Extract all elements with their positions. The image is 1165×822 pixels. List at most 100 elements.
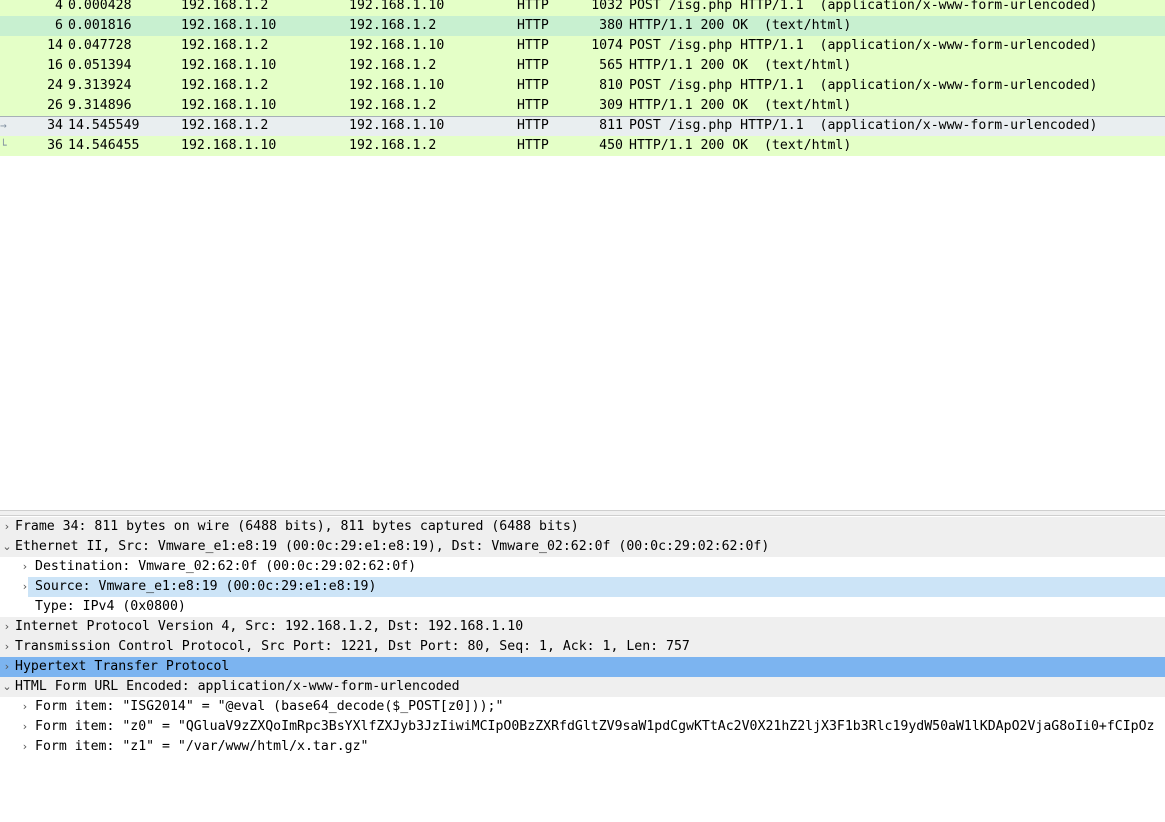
packet-length: 450	[599, 138, 623, 153]
packet-source: 192.168.1.2	[181, 0, 269, 13]
tree-item-label: Hypertext Transfer Protocol	[15, 659, 230, 674]
packet-time: 0.000428	[68, 0, 132, 13]
packet-info: POST /isg.php HTTP/1.1 (application/x-ww…	[629, 0, 1098, 13]
packet-row[interactable]: └ 36 14.546455 192.168.1.10 192.168.1.2 …	[0, 136, 1165, 156]
expand-arrow-icon[interactable]: ›	[0, 517, 14, 537]
expand-arrow-icon[interactable]: ›	[0, 637, 14, 657]
packet-length: 309	[599, 98, 623, 113]
tree-item-label: Source: Vmware_e1:e8:19 (00:0c:29:e1:e8:…	[35, 579, 377, 594]
packet-length: 380	[599, 18, 623, 33]
packet-row[interactable]: 4 0.000428 192.168.1.2 192.168.1.10 HTTP…	[0, 0, 1165, 16]
tree-item-label: Ethernet II, Src: Vmware_e1:e8:19 (00:0c…	[15, 539, 770, 554]
packet-destination: 192.168.1.10	[349, 78, 445, 93]
packet-list[interactable]: 4 0.000428 192.168.1.2 192.168.1.10 HTTP…	[0, 0, 1165, 505]
packet-info: HTTP/1.1 200 OK (text/html)	[629, 98, 852, 113]
packet-row[interactable]: 14 0.047728 192.168.1.2 192.168.1.10 HTT…	[0, 36, 1165, 56]
expand-arrow-icon[interactable]: ›	[18, 577, 32, 597]
packet-destination: 192.168.1.2	[349, 58, 437, 73]
expand-arrow-icon[interactable]: ›	[18, 737, 32, 757]
packet-row-selected[interactable]: → 34 14.545549 192.168.1.2 192.168.1.10 …	[0, 116, 1165, 138]
packet-destination: 192.168.1.2	[349, 18, 437, 33]
tree-item-label: Transmission Control Protocol, Src Port:…	[15, 639, 690, 654]
packet-destination: 192.168.1.10	[349, 38, 445, 53]
packet-source: 192.168.1.10	[181, 98, 277, 113]
packet-info: POST /isg.php HTTP/1.1 (application/x-ww…	[629, 78, 1098, 93]
expand-arrow-icon[interactable]: ›	[18, 697, 32, 717]
packet-number: 6	[55, 18, 63, 33]
wireshark-window: 4 0.000428 192.168.1.2 192.168.1.10 HTTP…	[0, 0, 1165, 822]
packet-details-tree[interactable]: › Frame 34: 811 bytes on wire (6488 bits…	[0, 517, 1165, 822]
tree-item-label: Form item: "ISG2014" = "@eval (base64_de…	[35, 699, 504, 714]
expand-arrow-icon[interactable]: ›	[18, 717, 32, 737]
packet-length: 565	[599, 58, 623, 73]
packet-source: 192.168.1.2	[181, 78, 269, 93]
tree-item-ipv4[interactable]: › Internet Protocol Version 4, Src: 192.…	[0, 617, 1165, 637]
tree-item-source[interactable]: › Source: Vmware_e1:e8:19 (00:0c:29:e1:e…	[0, 577, 1165, 597]
packet-number: 24	[47, 78, 63, 93]
packet-destination: 192.168.1.10	[349, 118, 445, 133]
packet-time: 0.051394	[68, 58, 132, 73]
packet-destination: 192.168.1.2	[349, 98, 437, 113]
packet-number: 14	[47, 38, 63, 53]
packet-source: 192.168.1.2	[181, 118, 269, 133]
packet-number: 36	[47, 138, 63, 153]
collapse-arrow-icon[interactable]: ⌄	[0, 677, 14, 697]
packet-info: HTTP/1.1 200 OK (text/html)	[629, 58, 852, 73]
expand-arrow-icon[interactable]: ›	[18, 557, 32, 577]
packet-protocol: HTTP	[517, 0, 549, 13]
tree-item-form-isg2014[interactable]: › Form item: "ISG2014" = "@eval (base64_…	[0, 697, 1165, 717]
packet-number: 26	[47, 98, 63, 113]
tree-item-type[interactable]: Type: IPv4 (0x0800)	[0, 597, 1165, 617]
packet-destination: 192.168.1.10	[349, 0, 445, 13]
packet-number: 16	[47, 58, 63, 73]
packet-time: 0.001816	[68, 18, 132, 33]
packet-protocol: HTTP	[517, 138, 549, 153]
tree-item-destination[interactable]: › Destination: Vmware_02:62:0f (00:0c:29…	[0, 557, 1165, 577]
packet-time: 0.047728	[68, 38, 132, 53]
tree-item-tcp[interactable]: › Transmission Control Protocol, Src Por…	[0, 637, 1165, 657]
packet-length: 810	[599, 78, 623, 93]
tree-item-label: Internet Protocol Version 4, Src: 192.16…	[15, 619, 524, 634]
expand-arrow-icon[interactable]: ›	[0, 657, 14, 677]
packet-row[interactable]: 16 0.051394 192.168.1.10 192.168.1.2 HTT…	[0, 56, 1165, 76]
tree-item-label: Frame 34: 811 bytes on wire (6488 bits),…	[15, 519, 579, 534]
packet-protocol: HTTP	[517, 18, 549, 33]
packet-info: POST /isg.php HTTP/1.1 (application/x-ww…	[629, 38, 1098, 53]
packet-row[interactable]: 6 0.001816 192.168.1.10 192.168.1.2 HTTP…	[0, 16, 1165, 36]
packet-protocol: HTTP	[517, 78, 549, 93]
packet-time: 9.313924	[68, 78, 132, 93]
packet-source: 192.168.1.10	[181, 138, 277, 153]
packet-row[interactable]: 24 9.313924 192.168.1.2 192.168.1.10 HTT…	[0, 76, 1165, 96]
packet-row[interactable]: 26 9.314896 192.168.1.10 192.168.1.2 HTT…	[0, 96, 1165, 116]
collapse-arrow-icon[interactable]: ⌄	[0, 537, 14, 557]
packet-source: 192.168.1.10	[181, 58, 277, 73]
packet-length: 1032	[591, 0, 623, 13]
packet-time: 14.546455	[68, 138, 140, 153]
packet-source: 192.168.1.10	[181, 18, 277, 33]
tree-item-form-urlencoded[interactable]: ⌄ HTML Form URL Encoded: application/x-w…	[0, 677, 1165, 697]
packet-length: 1074	[591, 38, 623, 53]
packet-destination: 192.168.1.2	[349, 138, 437, 153]
packet-info: HTTP/1.1 200 OK (text/html)	[629, 18, 852, 33]
pane-splitter[interactable]	[0, 510, 1165, 516]
packet-number: 4	[55, 0, 63, 13]
packet-info: HTTP/1.1 200 OK (text/html)	[629, 138, 852, 153]
packet-source: 192.168.1.2	[181, 38, 269, 53]
packet-protocol: HTTP	[517, 38, 549, 53]
packet-protocol: HTTP	[517, 118, 549, 133]
packet-number: 34	[47, 118, 63, 133]
packet-info: POST /isg.php HTTP/1.1 (application/x-ww…	[629, 118, 1098, 133]
tree-item-form-z0[interactable]: › Form item: "z0" = "QGluaV9zZXQoImRpc3B…	[0, 717, 1165, 737]
tree-item-label: Form item: "z1" = "/var/www/html/x.tar.g…	[35, 739, 369, 754]
tree-item-ethernet[interactable]: ⌄ Ethernet II, Src: Vmware_e1:e8:19 (00:…	[0, 537, 1165, 557]
packet-length: 811	[599, 118, 623, 133]
packet-time: 9.314896	[68, 98, 132, 113]
tree-item-label: HTML Form URL Encoded: application/x-www…	[15, 679, 460, 694]
tree-item-frame[interactable]: › Frame 34: 811 bytes on wire (6488 bits…	[0, 517, 1165, 537]
packet-time: 14.545549	[68, 118, 140, 133]
tree-item-label: Form item: "z0" = "QGluaV9zZXQoImRpc3BsY…	[35, 719, 1155, 734]
expand-arrow-icon[interactable]: ›	[0, 617, 14, 637]
tree-item-form-z1[interactable]: › Form item: "z1" = "/var/www/html/x.tar…	[0, 737, 1165, 757]
tree-item-http-selected[interactable]: › Hypertext Transfer Protocol	[0, 657, 1165, 677]
packet-protocol: HTTP	[517, 58, 549, 73]
